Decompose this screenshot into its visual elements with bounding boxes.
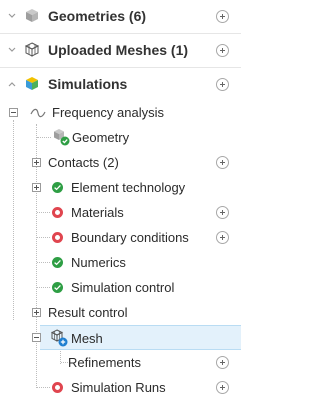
add-simulation-run-button[interactable] <box>216 381 229 394</box>
section-title: Uploaded Meshes (1) <box>48 42 189 58</box>
add-simulation-button[interactable] <box>216 78 229 91</box>
tree-connector <box>37 237 50 238</box>
tree-item-label: Result control <box>48 305 128 320</box>
tree-connector <box>37 387 50 388</box>
tree-item-element-technology[interactable]: Element technology <box>0 175 241 200</box>
collapse-toggle[interactable] <box>32 333 41 342</box>
section-geometries[interactable]: Geometries (6) <box>0 0 241 33</box>
status-error-icon <box>52 232 63 243</box>
status-error-icon <box>52 207 63 218</box>
tree-item-result-control[interactable]: Result control <box>0 300 241 325</box>
mesh-icon <box>50 329 68 347</box>
add-mesh-button[interactable] <box>216 44 229 57</box>
status-ok-icon <box>52 182 63 193</box>
geometries-icon <box>24 8 40 24</box>
expand-toggle[interactable] <box>32 158 41 167</box>
tree-connector <box>37 212 50 213</box>
tree-item-materials[interactable]: Materials <box>0 200 241 225</box>
tree-connector <box>37 137 51 138</box>
tree-item-label: Mesh <box>71 331 103 346</box>
tree-item-label: Contacts (2) <box>48 155 119 170</box>
chevron-right-icon[interactable] <box>8 12 16 18</box>
add-contact-button[interactable] <box>216 156 229 169</box>
tree-item-label: Refinements <box>68 355 141 370</box>
add-boundary-condition-button[interactable] <box>216 231 229 244</box>
tree-item-frequency-analysis[interactable]: Frequency analysis <box>0 100 241 125</box>
status-ok-icon <box>52 282 63 293</box>
expand-toggle[interactable] <box>32 183 41 192</box>
tree-item-refinements[interactable]: Refinements <box>0 350 241 375</box>
status-ok-icon <box>52 257 63 268</box>
section-title: Geometries (6) <box>48 8 147 24</box>
tree-item-label: Frequency analysis <box>52 105 164 120</box>
tree-item-numerics[interactable]: Numerics <box>0 250 241 275</box>
section-title: Simulations <box>48 76 128 92</box>
section-simulations[interactable]: Simulations <box>0 68 241 101</box>
tree-item-label: Simulation control <box>71 280 175 295</box>
tree-item-contacts[interactable]: Contacts (2) <box>0 150 241 175</box>
chevron-right-icon[interactable] <box>8 46 16 52</box>
tree-connector <box>61 362 68 363</box>
tree-connector <box>37 262 50 263</box>
chevron-up-icon[interactable] <box>8 80 16 87</box>
meshes-icon <box>24 42 40 58</box>
add-material-button[interactable] <box>216 206 229 219</box>
add-geometry-button[interactable] <box>216 10 229 23</box>
simulations-icon <box>24 76 40 92</box>
wave-icon <box>30 106 46 124</box>
expand-toggle[interactable] <box>32 308 41 317</box>
section-uploaded-meshes[interactable]: Uploaded Meshes (1) <box>0 34 241 67</box>
add-refinement-button[interactable] <box>216 356 229 369</box>
tree-item-simulation-runs[interactable]: Simulation Runs <box>0 375 241 400</box>
tree-item-label: Numerics <box>71 255 126 270</box>
tree-item-geometry[interactable]: Geometry <box>0 125 241 150</box>
tree-item-label: Boundary conditions <box>71 230 189 245</box>
tree-item-simulation-control[interactable]: Simulation control <box>0 275 241 300</box>
tree-item-boundary-conditions[interactable]: Boundary conditions <box>0 225 241 250</box>
tree-item-mesh[interactable]: Mesh <box>40 325 241 350</box>
tree-item-label: Element technology <box>71 180 186 195</box>
tree-item-label: Simulation Runs <box>71 380 166 395</box>
collapse-toggle[interactable] <box>9 108 18 117</box>
tree-item-label: Geometry <box>72 130 130 145</box>
geometry-ok-icon <box>52 128 70 146</box>
tree-item-label: Materials <box>71 205 124 220</box>
tree-connector <box>37 287 50 288</box>
status-error-icon <box>52 382 63 393</box>
